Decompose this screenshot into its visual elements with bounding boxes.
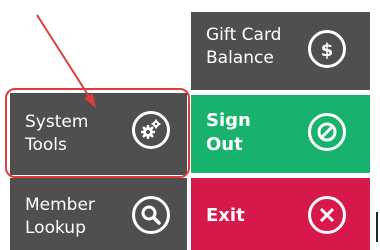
gift-card-balance-label: Gift Card Balance xyxy=(206,25,282,68)
member-lookup-button[interactable]: Member Lookup xyxy=(10,178,187,250)
gift-card-balance-button[interactable]: Gift Card Balance $ xyxy=(191,12,370,90)
sign-out-button[interactable]: Sign Out xyxy=(191,95,370,173)
highlight-box xyxy=(5,88,190,178)
exit-button[interactable]: Exit xyxy=(191,178,370,250)
sign-out-label: Sign Out xyxy=(206,110,251,155)
cancel-circle-icon xyxy=(308,113,346,151)
member-lookup-label: Member Lookup xyxy=(25,195,95,238)
search-icon xyxy=(132,196,170,234)
close-icon xyxy=(308,196,346,234)
exit-label: Exit xyxy=(206,205,245,226)
dollar-icon: $ xyxy=(308,30,346,68)
scrollbar-edge xyxy=(376,212,378,242)
svg-text:$: $ xyxy=(321,40,334,61)
